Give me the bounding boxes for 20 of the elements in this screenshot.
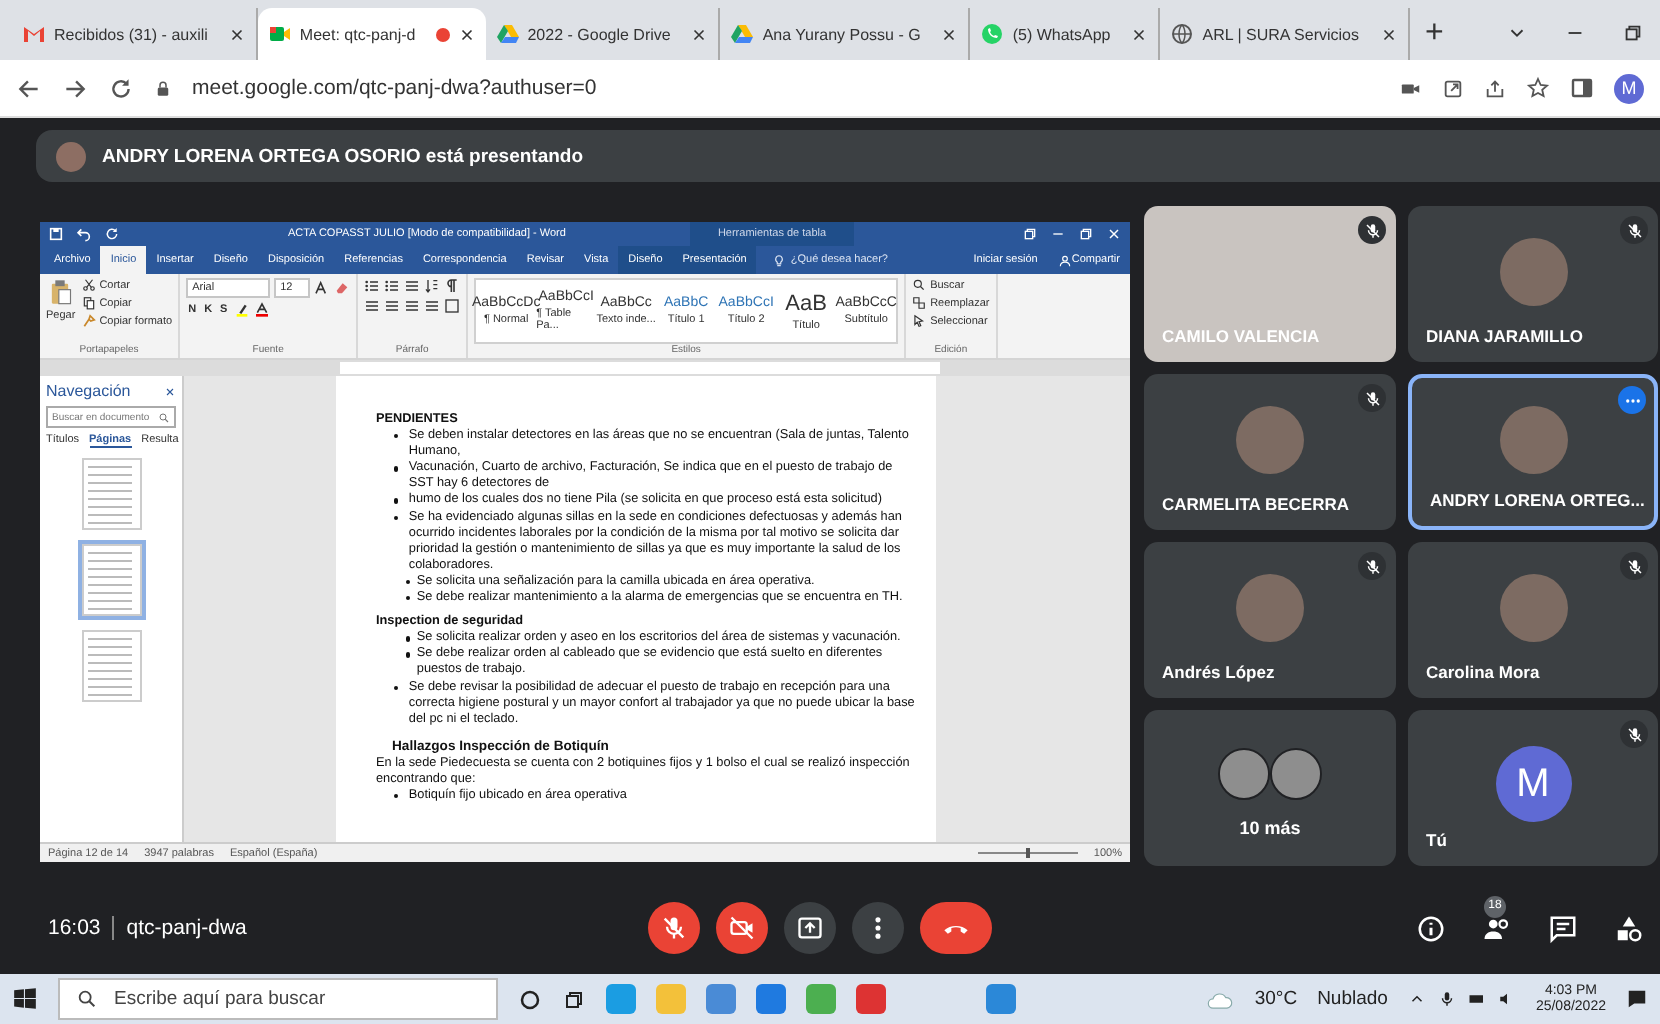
new-tab-button[interactable]: + xyxy=(1409,16,1460,60)
participant-name: ANDRY LORENA ORTEG... xyxy=(1430,490,1645,510)
address-bar[interactable]: meet.google.com/qtc-panj-dwa?authuser=0 xyxy=(192,76,597,100)
profile-avatar[interactable]: M xyxy=(1614,73,1644,103)
meeting-code: qtc-panj-dwa xyxy=(126,916,247,940)
participant-name: DIANA JARAMILLO xyxy=(1426,326,1584,346)
pane-title: Navegación xyxy=(46,382,131,400)
meeting-time: 16:03 xyxy=(48,916,101,940)
participant-name: CARMELITA BECERRA xyxy=(1162,494,1349,514)
more-participants-label: 10 más xyxy=(1239,818,1301,838)
avatar: M xyxy=(1495,746,1571,822)
search-field[interactable]: Escribe aquí para buscar xyxy=(58,978,498,1020)
browser-tab[interactable]: Meet: qtc-panj-d xyxy=(257,8,486,60)
banner-text: ANDRY LORENA ORTEGA OSORIO está presentando xyxy=(102,145,584,167)
participant-name: Tú xyxy=(1426,830,1447,850)
temperature: 30°C xyxy=(1254,988,1298,1010)
participant-name: CAMILO VALENCIA xyxy=(1162,326,1320,346)
weather-text: Nublado xyxy=(1317,988,1388,1010)
participant-name: Andrés López xyxy=(1162,662,1275,682)
participant-name: Carolina Mora xyxy=(1426,662,1540,682)
